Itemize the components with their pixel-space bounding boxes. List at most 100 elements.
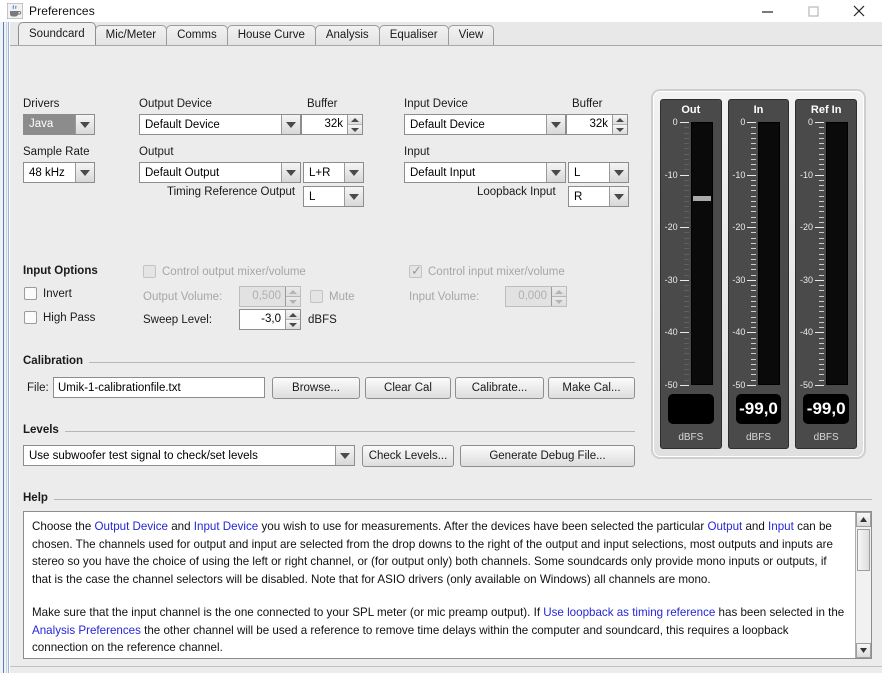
sample-rate-select[interactable]: 48 kHz: [23, 162, 95, 183]
tab-analysis[interactable]: Analysis: [315, 25, 380, 45]
drivers-select[interactable]: Java: [23, 114, 95, 135]
levels-divider: [23, 431, 635, 432]
maximize-button[interactable]: [790, 0, 836, 22]
scale-minor-tick: [819, 380, 824, 381]
scale-minor-tick: [751, 143, 756, 144]
scale-minor-tick: [819, 301, 824, 302]
scale-minor-tick: [751, 211, 756, 212]
spinner-buttons[interactable]: [347, 115, 362, 134]
scale-minor-tick: [819, 164, 824, 165]
sweep-level-value: -3,0: [240, 310, 285, 329]
scroll-down-icon[interactable]: [856, 643, 871, 658]
output-device-select[interactable]: Default Device: [139, 114, 301, 135]
check-levels-label: Check Levels...: [369, 450, 448, 462]
scale-minor-tick: [819, 259, 824, 260]
tab-mic-meter[interactable]: Mic/Meter: [95, 25, 167, 45]
help-panel: Choose the Output Device and Input Devic…: [23, 511, 872, 659]
browse-label: Browse...: [292, 382, 340, 394]
control-input-mixer-label: Control input mixer/volume: [428, 266, 565, 278]
tab-equaliser[interactable]: Equaliser: [379, 25, 449, 45]
output-buffer-spinner[interactable]: 32k: [301, 114, 363, 135]
help-link[interactable]: Output Device: [95, 520, 168, 533]
spinner-buttons[interactable]: [285, 310, 300, 329]
scale-minor-tick: [751, 290, 756, 291]
loopback-input-select[interactable]: R: [568, 186, 629, 207]
scale-label: -40: [665, 327, 678, 337]
tab-house-curve[interactable]: House Curve: [227, 25, 316, 45]
scale-minor-tick: [684, 138, 689, 139]
scale-label: -30: [665, 275, 678, 285]
make-cal-button[interactable]: Make Cal...: [548, 377, 635, 399]
mute-checkbox[interactable]: Mute: [310, 290, 355, 303]
meter-ref-in-readout: -99,0: [803, 394, 849, 424]
calibrate-button[interactable]: Calibrate...: [455, 377, 544, 399]
scrollbar-thumb[interactable]: [857, 529, 870, 571]
help-link[interactable]: Input Device: [194, 520, 258, 533]
input-channel-select[interactable]: L: [568, 162, 629, 183]
window-body: Soundcard Mic/Meter Comms House Curve An…: [10, 22, 882, 673]
timing-reference-output-label: Timing Reference Output: [167, 186, 295, 198]
input-select[interactable]: Default Input: [404, 162, 566, 183]
levels-select[interactable]: Use subwoofer test signal to check/set l…: [23, 445, 355, 466]
minimize-button[interactable]: [744, 0, 790, 22]
output-channel-select[interactable]: L+R: [303, 162, 364, 183]
scale-minor-tick: [684, 374, 689, 375]
scroll-up-icon[interactable]: [856, 512, 871, 527]
tab-view[interactable]: View: [448, 25, 495, 45]
close-button[interactable]: [836, 0, 882, 22]
tab-bar: Soundcard Mic/Meter Comms House Curve An…: [10, 22, 882, 45]
help-link[interactable]: Output: [707, 520, 742, 533]
invert-checkbox[interactable]: Invert: [24, 287, 72, 300]
control-output-mixer-checkbox[interactable]: Control output mixer/volume: [143, 265, 306, 278]
scale-minor-tick: [684, 296, 689, 297]
sweep-level-spinner[interactable]: -3,0: [239, 309, 301, 330]
sample-rate-value: 48 kHz: [24, 167, 75, 179]
help-text: Choose the Output Device and Input Devic…: [32, 518, 847, 659]
scale-minor-tick: [751, 190, 756, 191]
control-input-mixer-checkbox[interactable]: ✓ Control input mixer/volume: [409, 265, 565, 278]
meter-ref-in-scale: 0 -10 -20 -30 -40 -50: [798, 122, 824, 385]
drivers-value: Java: [24, 115, 75, 134]
calibration-file-input[interactable]: Umik-1-calibrationfile.txt: [53, 377, 265, 398]
scale-minor-tick: [819, 217, 824, 218]
help-scrollbar[interactable]: [855, 512, 871, 658]
chevron-down-icon: [335, 446, 354, 465]
help-link[interactable]: Input: [768, 520, 794, 533]
tab-comms[interactable]: Comms: [166, 25, 228, 45]
scale-minor-tick: [684, 196, 689, 197]
input-options-title: Input Options: [23, 265, 98, 277]
help-link[interactable]: Use loopback as timing reference: [543, 606, 715, 619]
scale-minor-tick: [751, 296, 756, 297]
help-link[interactable]: Analysis Preferences: [32, 624, 141, 637]
output-volume-spinner[interactable]: 0,500: [239, 286, 301, 307]
spinner-buttons[interactable]: [551, 287, 566, 306]
browse-button[interactable]: Browse...: [272, 377, 360, 399]
input-buffer-spinner[interactable]: 32k: [566, 114, 628, 135]
output-select[interactable]: Default Output: [139, 162, 301, 183]
input-device-select[interactable]: Default Device: [404, 114, 566, 135]
scale-minor-tick: [684, 306, 689, 307]
timing-reference-output-select[interactable]: L: [303, 186, 364, 207]
spinner-buttons[interactable]: [285, 287, 300, 306]
clear-cal-button[interactable]: Clear Cal: [365, 377, 451, 399]
scale-label: -10: [665, 170, 678, 180]
generate-debug-file-button[interactable]: Generate Debug File...: [460, 445, 635, 467]
scale-label: 0: [808, 117, 813, 127]
high-pass-checkbox[interactable]: High Pass: [24, 311, 95, 324]
scale-minor-tick: [819, 169, 824, 170]
input-volume-spinner[interactable]: 0,000: [505, 286, 567, 307]
chevron-down-icon: [281, 115, 300, 134]
scale-minor-tick: [819, 322, 824, 323]
meter-out-scale: 0 -10 -20 -30 -40 -50: [663, 122, 689, 385]
scale-minor-tick: [684, 348, 689, 349]
chevron-down-icon: [546, 163, 565, 182]
scale-minor-tick: [684, 259, 689, 260]
scale-minor-tick: [684, 264, 689, 265]
tab-soundcard[interactable]: Soundcard: [18, 22, 96, 45]
input-channel-value: L: [569, 167, 609, 179]
scale-minor-tick: [819, 232, 824, 233]
scale-minor-tick: [751, 164, 756, 165]
spinner-buttons[interactable]: [612, 115, 627, 134]
check-levels-button[interactable]: Check Levels...: [362, 445, 454, 467]
scale-minor-tick: [751, 374, 756, 375]
